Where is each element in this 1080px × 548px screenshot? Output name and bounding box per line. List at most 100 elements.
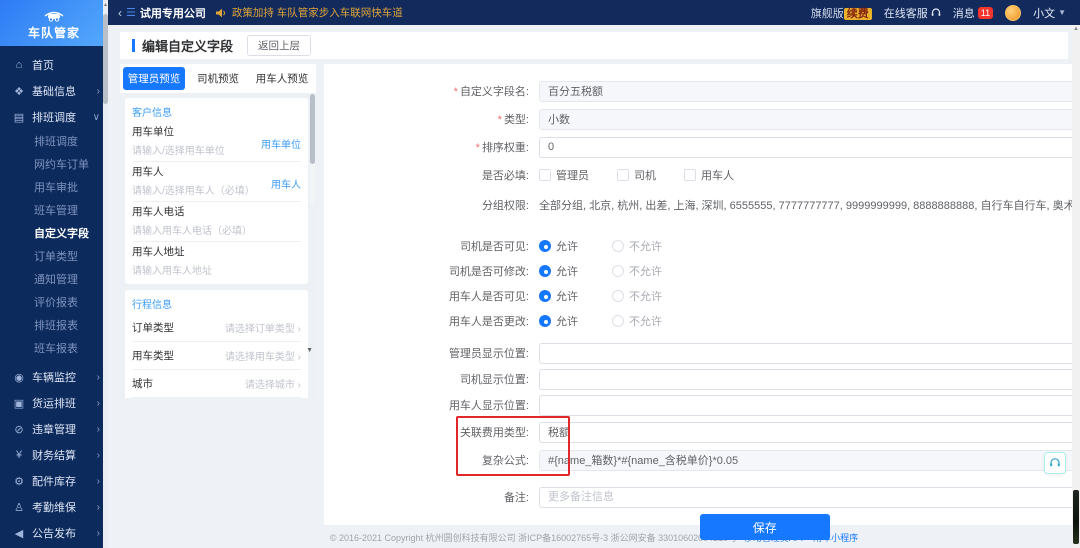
formula-input[interactable] (539, 449, 1080, 471)
radio-allow[interactable]: 允许 (539, 288, 578, 304)
radio-selected-icon (539, 265, 551, 277)
radio-icon (612, 290, 624, 302)
sidebar-item-order-types[interactable]: 订单类型 (0, 246, 108, 269)
company-name[interactable]: 试用专用公司 (140, 5, 206, 21)
messages[interactable]: 消息 11 (953, 5, 994, 21)
online-support[interactable]: 在线客服 (884, 5, 941, 21)
back-to-parent-button[interactable]: 返回上层 (247, 35, 312, 56)
sidebar-item-ride-orders[interactable]: 网约车订单 (0, 154, 108, 177)
back-chevron-icon[interactable]: ‹ (118, 6, 122, 20)
scroll-down-icon[interactable]: ▼ (306, 347, 313, 354)
checkbox-icon (684, 169, 696, 181)
floating-support-button[interactable] (1044, 452, 1066, 474)
sidebar-item-dispatch[interactable]: ▤ 排班调度 ∨ (0, 104, 108, 130)
sidebar-item-shuttle-mgmt[interactable]: 班车管理 (0, 200, 108, 223)
preview-row-car-type[interactable]: 用车类型 请选择用车类型 › (132, 342, 301, 370)
passenger-editable-label: 用车人是否更改: (448, 316, 529, 328)
driver-position-select[interactable]: ▼ (539, 368, 1080, 390)
is-required-label: 是否必填: (481, 170, 529, 182)
sidebar-item-violations[interactable]: ⊘ 违章管理 › (0, 416, 108, 442)
passenger-visible-label: 用车人是否可见: (448, 291, 529, 303)
renew-button[interactable]: 续费 (843, 7, 872, 20)
sidebar-item-custom-fields[interactable]: 自定义字段 (0, 223, 108, 246)
group-permission-label: 分组权限: (481, 200, 529, 212)
sidebar: 车队管家 ⌂ 首页 ❖ 基础信息 › ▤ 排班调度 ∨ 排班调度 网约车订单 用… (0, 0, 108, 548)
tab-passenger-preview[interactable]: 用车人预览 (251, 67, 313, 90)
radio-allow[interactable]: 允许 (539, 313, 578, 329)
passenger-position-label: 用车人显示位置: (448, 400, 529, 412)
radio-deny[interactable]: 不允许 (612, 238, 662, 254)
sidebar-item-schedule-report[interactable]: 排班报表 (0, 315, 108, 338)
preview-row-city[interactable]: 城市 请选择城市 › (132, 370, 301, 398)
save-button[interactable]: 保存 (699, 514, 830, 540)
scroll-up-icon: ▲ (103, 2, 108, 8)
topbar: ‹ ☰ 试用专用公司 政策加持 车队管家步入车联网快车道 旗舰版 续费 在线客服 … (108, 0, 1080, 25)
sidebar-item-shuttle-report[interactable]: 班车报表 (0, 338, 108, 361)
org-menu-icon[interactable]: ☰ (126, 6, 136, 19)
sidebar-item-parts[interactable]: ⚙ 配件库存 › (0, 468, 108, 494)
formula-label: 复杂公式: (481, 455, 529, 467)
preview-field-address[interactable]: 用车人地址 请输入用车人地址 (132, 242, 301, 281)
preview-body: 客户信息 用车单位 请输入/选择用车单位 用车单位 用车人 请输入/选择用车人（… (120, 93, 316, 398)
window-scrollbar[interactable]: ▲ (1072, 25, 1080, 548)
field-name-input[interactable] (539, 80, 1080, 102)
radio-allow[interactable]: 允许 (539, 263, 578, 279)
chevron-down-icon: ∨ (92, 111, 100, 123)
radio-selected-icon (539, 290, 551, 302)
user-menu[interactable]: 小文 ▼ (1033, 5, 1066, 21)
sidebar-item-rating-report[interactable]: 评价报表 (0, 292, 108, 315)
driver-visible-label: 司机是否可见: (459, 241, 529, 253)
sort-weight-input[interactable] (539, 136, 1080, 158)
sidebar-item-attendance[interactable]: ♙ 考勤维保 › (0, 494, 108, 520)
tab-driver-preview[interactable]: 司机预览 (187, 67, 249, 90)
finance-icon: ¥ (15, 449, 23, 461)
radio-allow[interactable]: 允许 (539, 238, 578, 254)
chevron-right-icon: › (96, 449, 100, 461)
passenger-position-select[interactable]: ▼ (539, 394, 1080, 416)
announcement-horn-icon (215, 8, 227, 18)
sidebar-item-base-info[interactable]: ❖ 基础信息 › (0, 78, 108, 104)
dispatch-icon: ▤ (13, 111, 25, 124)
user-avatar[interactable] (1005, 4, 1022, 21)
sidebar-item-notifications[interactable]: 通知管理 (0, 269, 108, 292)
remark-input[interactable] (539, 486, 1080, 508)
tab-admin-preview[interactable]: 管理员预览 (123, 67, 185, 90)
driver-editable-label: 司机是否可修改: (448, 266, 529, 278)
window-scroll-thumb[interactable] (1073, 490, 1079, 544)
preview-field-phone[interactable]: 用车人电话 请输入用车人电话（必填） (132, 202, 301, 242)
preview-field-unit[interactable]: 用车单位 请输入/选择用车单位 用车单位 (132, 122, 301, 162)
sidebar-item-home[interactable]: ⌂ 首页 (0, 52, 108, 78)
remark-label: 备注: (503, 492, 529, 504)
announcement-text[interactable]: 政策加持 车队管家步入车联网快车道 (232, 5, 403, 20)
version-renew: 旗舰版 续费 (811, 5, 872, 21)
radio-deny[interactable]: 不允许 (612, 313, 662, 329)
fee-type-input[interactable] (539, 421, 1080, 443)
sidebar-item-announcements[interactable]: ◀ 公告发布 › (0, 520, 108, 546)
checkbox-passenger[interactable]: 用车人 (684, 167, 734, 183)
preview-field-passenger[interactable]: 用车人 请输入/选择用车人（必填） 用车人 (132, 162, 301, 202)
unit-link[interactable]: 用车单位 (261, 136, 301, 151)
sidebar-item-car-approval[interactable]: 用车审批 (0, 177, 108, 200)
app-logo[interactable]: 车队管家 (0, 0, 108, 46)
parts-icon: ⚙ (14, 475, 24, 488)
passenger-link[interactable]: 用车人 (271, 176, 301, 191)
sidebar-item-freight[interactable]: ▣ 货运排班 › (0, 390, 108, 416)
radio-deny[interactable]: 不允许 (612, 263, 662, 279)
preview-row-order-type[interactable]: 订单类型 请选择订单类型 › (132, 314, 301, 342)
preview-scroll-thumb[interactable] (310, 94, 315, 164)
version-label: 旗舰版 (810, 7, 844, 20)
home-icon: ⌂ (15, 59, 23, 71)
type-select[interactable]: 小数 ▼ (539, 108, 1080, 130)
checkbox-admin[interactable]: 管理员 (539, 167, 589, 183)
car-logo-icon (44, 11, 64, 22)
chevron-right-icon: › (96, 475, 100, 487)
radio-deny[interactable]: 不允许 (612, 288, 662, 304)
checkbox-driver[interactable]: 司机 (617, 167, 656, 183)
admin-position-select[interactable]: ▼ (539, 342, 1080, 364)
preview-scrollbar[interactable] (310, 94, 315, 204)
radio-icon (612, 265, 624, 277)
group-permission-value[interactable]: 全部分组, 北京, 杭州, 出差, 上海, 深圳, 6555555, 77777… (539, 197, 1080, 213)
sidebar-item-finance[interactable]: ¥ 财务结算 › (0, 442, 108, 468)
sidebar-item-vehicle-monitor[interactable]: ◉ 车辆监控 › (0, 364, 108, 390)
sidebar-item-schedule[interactable]: 排班调度 (0, 131, 108, 154)
